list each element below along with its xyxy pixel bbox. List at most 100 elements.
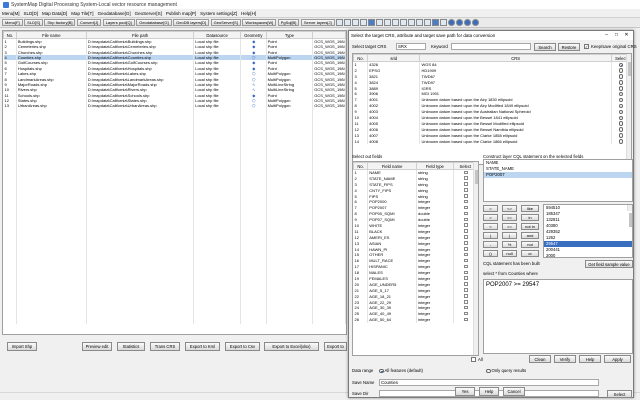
- operator-button[interactable]: (): [483, 250, 498, 257]
- toolbar-button[interactable]: Layers pool[Q]: [102, 19, 135, 26]
- cql-field-item[interactable]: POP2007: [484, 172, 632, 178]
- menu-item[interactable]: Publish map[P]: [166, 11, 196, 16]
- verify-button[interactable]: Verify: [554, 355, 576, 363]
- operator-button[interactable]: not: [521, 241, 539, 248]
- toolbar-tool-icon[interactable]: [392, 19, 400, 26]
- toolbar-tool-icon[interactable]: [424, 19, 432, 26]
- bottom-action-button[interactable]: Export to Excel(xlsx): [264, 342, 319, 351]
- field-checkbox[interactable]: [464, 317, 468, 322]
- operator-button[interactable]: >: [483, 214, 498, 221]
- keyword-input[interactable]: [451, 43, 531, 50]
- column-header[interactable]: Type: [265, 31, 314, 39]
- crs-type-select[interactable]: SRX: [396, 43, 426, 50]
- crs-radio[interactable]: [618, 109, 624, 115]
- select-dir-button[interactable]: Select: [607, 389, 632, 398]
- get-sample-values-button[interactable]: Get field sample value: [585, 260, 633, 268]
- close-icon[interactable]: ✕: [622, 32, 631, 38]
- field-checkbox[interactable]: [464, 176, 468, 180]
- bottom-action-button[interactable]: Trans CRS: [150, 342, 180, 351]
- field-column-header[interactable]: Field type: [416, 162, 454, 170]
- operator-button[interactable]: =: [483, 205, 498, 212]
- fields-scrollbar[interactable]: [473, 162, 478, 355]
- cancel-button[interactable]: Cancel: [503, 387, 525, 396]
- menu-item[interactable]: System settings[Z]: [200, 11, 237, 16]
- crs-radio[interactable]: [618, 62, 624, 68]
- toolbar-tool-icon[interactable]: [360, 19, 368, 26]
- menu-item[interactable]: Geodatabase[G]: [98, 11, 131, 16]
- toolbar-tool-icon[interactable]: [400, 19, 408, 26]
- operator-button[interactable]: <: [483, 223, 498, 230]
- column-header[interactable]: Geometry: [239, 31, 267, 39]
- crs-radio[interactable]: [618, 97, 624, 103]
- toolbar-tool-icon[interactable]: [368, 19, 376, 26]
- field-checkbox[interactable]: [464, 264, 468, 269]
- all-fields-checkbox[interactable]: [471, 357, 476, 362]
- toolbar-button[interactable]: PgSql[B]: [277, 19, 300, 26]
- operator-button[interactable]: -: [483, 241, 498, 248]
- cql-fields-list[interactable]: NAME STATE_NAME POP2007: [483, 159, 633, 202]
- operator-button[interactable]: >=: [502, 214, 517, 221]
- minimize-icon[interactable]: –: [602, 32, 611, 38]
- field-checkbox[interactable]: [464, 211, 468, 216]
- toolbar-tool-icon[interactable]: [448, 19, 456, 26]
- crs-radio[interactable]: [618, 103, 624, 109]
- crs-radio[interactable]: [618, 86, 624, 91]
- bottom-action-button[interactable]: Export to Kml: [185, 342, 220, 351]
- field-column-header[interactable]: No.: [353, 162, 369, 170]
- toolbar-button[interactable]: Server layers[J]: [300, 19, 335, 26]
- toolbar-tool-icon[interactable]: [376, 19, 384, 26]
- toolbar-tool-icon[interactable]: [464, 19, 472, 26]
- yes-button[interactable]: Yes: [455, 387, 475, 396]
- crs-radio[interactable]: [618, 80, 624, 85]
- column-header[interactable]: Datasource: [193, 31, 241, 39]
- restore-button[interactable]: Restore: [558, 42, 580, 51]
- toolbar-tool-icon[interactable]: [456, 19, 464, 26]
- field-checkbox[interactable]: [464, 300, 468, 304]
- apply-button[interactable]: Apply: [604, 355, 631, 363]
- menu-item[interactable]: Menu[M]: [2, 11, 20, 16]
- field-checkbox[interactable]: [464, 288, 468, 292]
- field-checkbox[interactable]: [464, 182, 468, 186]
- toolbar-tool-icon[interactable]: [440, 19, 448, 26]
- sample-value-item[interactable]: 2000: [544, 253, 632, 257]
- field-checkbox[interactable]: [464, 223, 468, 227]
- cql-statement-textarea[interactable]: POP2007 >= 29547: [483, 279, 633, 354]
- menu-item[interactable]: SLD[D]: [24, 11, 39, 16]
- field-checkbox[interactable]: [464, 282, 468, 286]
- crs-column-header[interactable]: No.: [353, 54, 369, 62]
- keep-crs-checkbox[interactable]: ✓: [584, 44, 589, 49]
- operator-button[interactable]: in: [521, 214, 539, 221]
- menu-item[interactable]: Help[H]: [241, 11, 256, 16]
- crs-radio[interactable]: [618, 91, 624, 97]
- crs-radio[interactable]: [618, 139, 624, 144]
- menu-item[interactable]: GeoServer[S]: [135, 11, 162, 16]
- crs-radio[interactable]: [618, 115, 624, 121]
- all-features-radio[interactable]: All features (default): [379, 368, 423, 374]
- only-query-radio[interactable]: Only query results: [486, 368, 526, 374]
- operator-button[interactable]: not in: [521, 223, 539, 230]
- field-checkbox[interactable]: [464, 188, 468, 192]
- operator-button[interactable]: like: [521, 205, 539, 212]
- bottom-action-button[interactable]: Export to: [324, 342, 347, 351]
- field-row[interactable]: 26 AGE_50_64 integer: [353, 316, 478, 323]
- help-button[interactable]: Help: [579, 355, 601, 363]
- bottom-action-button[interactable]: Preview edit: [82, 342, 112, 351]
- toolbar-button[interactable]: SLD[S]: [24, 19, 43, 26]
- toolbar-tool-icon[interactable]: [408, 19, 416, 26]
- operator-button[interactable]: ): [502, 232, 517, 239]
- save-name-input[interactable]: Counties: [379, 379, 599, 386]
- operator-button[interactable]: <=: [502, 223, 517, 230]
- operator-button[interactable]: null: [502, 250, 517, 257]
- toolbar-button[interactable]: Geodatabase[G]: [136, 19, 172, 26]
- help-bottom-button[interactable]: Help: [479, 387, 499, 396]
- search-button[interactable]: Search: [534, 42, 556, 51]
- toolbar-button[interactable]: Workspaces[W]: [242, 19, 277, 26]
- field-checkbox[interactable]: [464, 252, 468, 257]
- toolbar-tool-icon[interactable]: [352, 19, 360, 26]
- toolbar-button[interactable]: GeoDB layers[D]: [173, 19, 210, 26]
- field-checkbox[interactable]: [464, 194, 468, 198]
- column-header[interactable]: File path: [85, 31, 195, 39]
- field-checkbox[interactable]: [464, 205, 468, 210]
- toolbar-tool-icon[interactable]: [416, 19, 424, 26]
- crs-column-header[interactable]: CRS: [419, 54, 612, 62]
